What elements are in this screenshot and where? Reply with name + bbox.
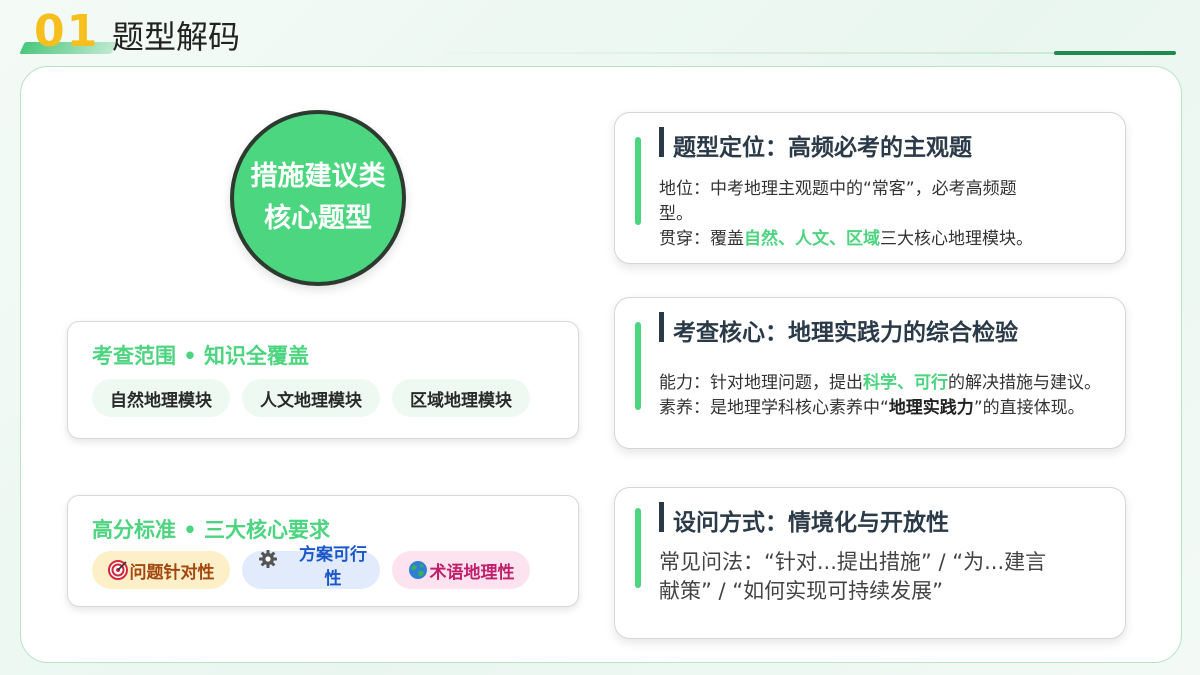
tag-feasibility-line2: 性 bbox=[324, 569, 342, 589]
card-position-title: 题型定位：高频必考的主观题 bbox=[673, 135, 972, 161]
card-question-body: 常见问法：“针对...提出措施” / “为...建言 献策” / “如何实现可持… bbox=[659, 548, 1107, 606]
tag-problem-targeting-label: 问题针对性 bbox=[129, 562, 215, 583]
standard-card-title: 高分标准 • 三大核心要求 bbox=[92, 518, 331, 542]
position-highlight: 自然、人文、区域 bbox=[744, 229, 880, 249]
card-accent-bar bbox=[635, 322, 641, 410]
position-line3: 贯穿：覆盖自然、人文、区域三大核心地理模块。 bbox=[659, 229, 1033, 249]
scope-card-title: 考查范围 • 知识全覆盖 bbox=[92, 344, 310, 368]
scope-card: 考查范围 • 知识全覆盖 自然地理模块 人文地理模块 区域地理模块 bbox=[67, 321, 579, 439]
card-accent-bar bbox=[635, 137, 641, 225]
tag-problem-targeting: 问题针对性 bbox=[92, 551, 230, 589]
card-accent-bar bbox=[635, 508, 641, 588]
title-marker bbox=[659, 502, 664, 532]
target-icon bbox=[107, 560, 128, 580]
section-title: 题型解码 bbox=[112, 18, 241, 56]
core-bold: 地理实践力 bbox=[888, 398, 974, 418]
position-line2: 型。 bbox=[659, 204, 693, 224]
card-core-title: 考查核心：地理实践力的综合检验 bbox=[673, 320, 1018, 346]
card-core-body: 能力：针对地理问题，提出科学、可行的解决措施与建议。 素养：是地理学科核心素养中… bbox=[659, 371, 1107, 421]
topic-circle-line2: 核心题型 bbox=[264, 203, 372, 234]
tag-feasibility: 方案可行 性 bbox=[242, 545, 380, 589]
position-line1: 地位：中考地理主观题中的“常客”，必考高频题 bbox=[659, 179, 1017, 199]
card-question-title: 设问方式：情境化与开放性 bbox=[673, 510, 949, 536]
question-line1: 常见问法：“针对...提出措施” / “为...建言 bbox=[659, 550, 1047, 574]
topic-circle: 措施建议类 核心题型 bbox=[230, 110, 406, 286]
card-position-body: 地位：中考地理主观题中的“常客”，必考高频题 型。 贯穿：覆盖自然、人文、区域三… bbox=[659, 177, 1107, 252]
question-line2: 献策” / “如何实现可持续发展” bbox=[659, 579, 944, 603]
title-marker bbox=[659, 127, 664, 157]
title-marker bbox=[659, 312, 664, 342]
module-pill-natural: 自然地理模块 bbox=[92, 379, 230, 417]
globe-icon bbox=[408, 560, 428, 580]
core-line1: 能力：针对地理问题，提出科学、可行的解决措施与建议。 bbox=[659, 373, 1101, 393]
card-question-position: 题型定位：高频必考的主观题 地位：中考地理主观题中的“常客”，必考高频题 型。 … bbox=[614, 112, 1126, 264]
card-question-style: 设问方式：情境化与开放性 常见问法：“针对...提出措施” / “为...建言 … bbox=[614, 487, 1126, 639]
card-exam-core: 考查核心：地理实践力的综合检验 能力：针对地理问题，提出科学、可行的解决措施与建… bbox=[614, 297, 1126, 449]
header-accent-line bbox=[1054, 51, 1176, 55]
gear-icon bbox=[258, 549, 278, 569]
slide-header: 01 题型解码 bbox=[0, 0, 1200, 60]
tag-terminology-label: 术语地理性 bbox=[429, 562, 515, 583]
section-number: 01 bbox=[34, 6, 100, 57]
tag-feasibility-line1: 方案可行 bbox=[299, 545, 367, 565]
standard-card: 高分标准 • 三大核心要求 问题针对性 方案可行 性 术语地理性 bbox=[67, 495, 579, 607]
topic-circle-line1: 措施建议类 bbox=[250, 161, 386, 192]
module-pill-human: 人文地理模块 bbox=[242, 379, 380, 417]
core-highlight: 科学、可行 bbox=[863, 373, 948, 393]
module-pill-regional: 区域地理模块 bbox=[392, 379, 530, 417]
tag-terminology: 术语地理性 bbox=[392, 551, 530, 589]
core-line2: 素养：是地理学科核心素养中“地理实践力”的直接体现。 bbox=[659, 398, 1085, 418]
tag-feasibility-label: 方案可行 性 bbox=[296, 543, 370, 591]
